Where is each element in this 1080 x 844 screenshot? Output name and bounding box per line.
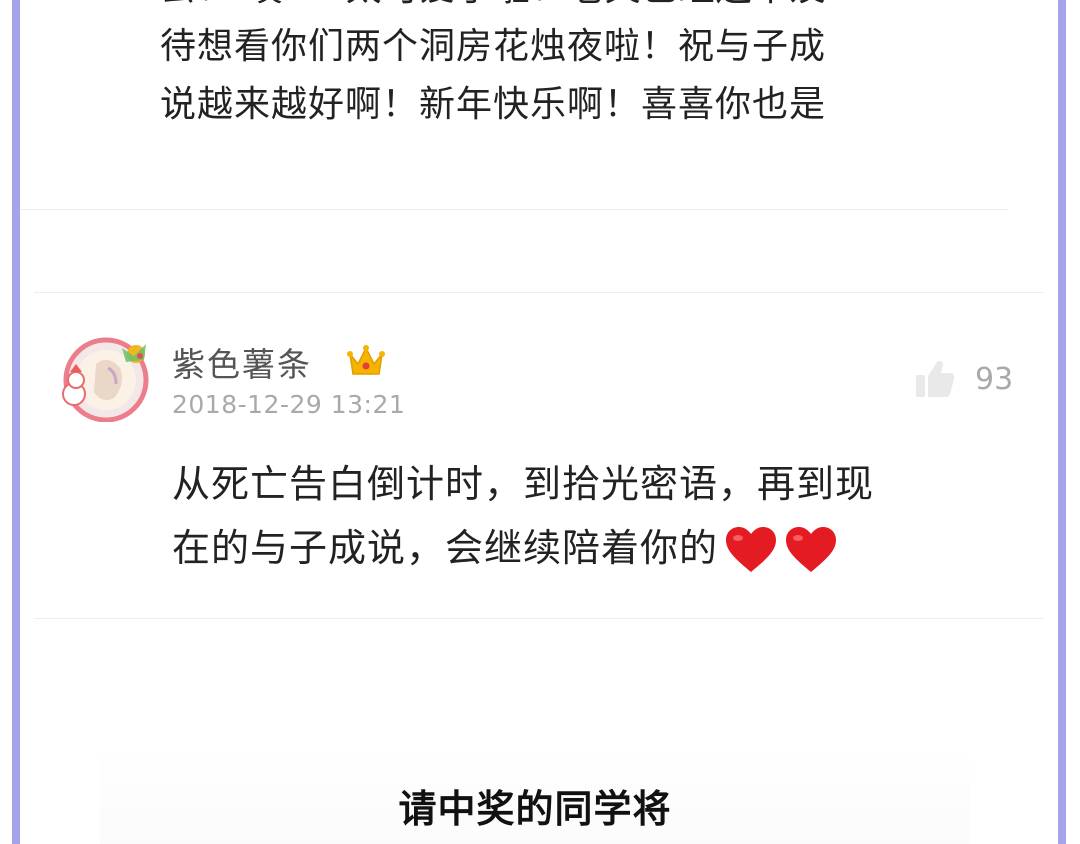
outer-edge (1066, 0, 1080, 844)
previous-comment-text: 去！ 噗.....太可爱了啦！老夫已经迫不及 待想看你们两个洞房花烛夜啦！祝与子… (160, 0, 980, 134)
username[interactable]: 紫色薯条 (172, 338, 312, 386)
comment-line: 在的与子成说，会继续陪着你的 (172, 516, 1012, 580)
comment-timestamp: 2018-12-29 13:21 (172, 390, 406, 419)
previous-comment-line: 去！ 噗.....太可爱了啦！老夫已经迫不及 (160, 0, 980, 18)
comment-line-text: 在的与子成说，会继续陪着你的 (172, 526, 719, 570)
avatar-image (62, 337, 149, 423)
frame-right-border (1058, 0, 1066, 844)
heart-emoji (786, 526, 837, 572)
previous-comment-line: 待想看你们两个洞房花烛夜啦！祝与子成 (160, 26, 827, 67)
like-count: 93 (975, 362, 1014, 397)
frame-left-border (12, 0, 20, 844)
comment-feed[interactable]: 去！ 噗.....太可爱了啦！老夫已经迫不及 待想看你们两个洞房花烛夜啦！祝与子… (20, 0, 1058, 844)
divider (34, 618, 1044, 619)
thumbs-up-icon (913, 356, 957, 400)
comment-text: 从死亡告白倒计时，到拾光密语，再到现 在的与子成说，会继续陪着你的 (172, 452, 1012, 580)
like-button[interactable]: 93 (913, 356, 1023, 404)
avatar[interactable] (56, 334, 156, 423)
comment-line: 从死亡告白倒计时，到拾光密语，再到现 (172, 462, 875, 506)
divider (20, 209, 1008, 210)
caption-overlay: 请中奖的同学将 (100, 742, 970, 844)
crown-icon (346, 344, 386, 378)
caption-text: 请中奖的同学将 (398, 787, 672, 831)
heart-emoji (726, 526, 777, 572)
previous-comment-line: 说越来越好啊！新年快乐啊！喜喜你也是 (160, 84, 827, 125)
divider (34, 292, 1044, 293)
